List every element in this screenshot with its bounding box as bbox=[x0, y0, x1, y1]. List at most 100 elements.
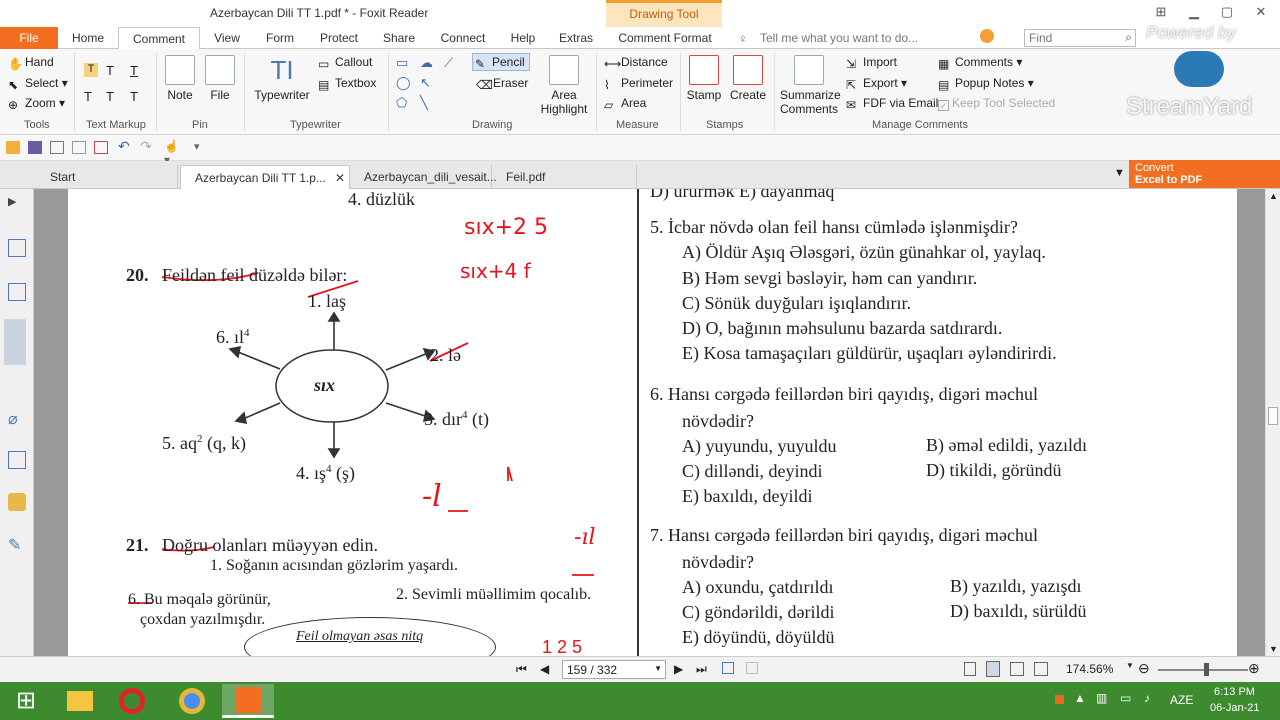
document-viewer[interactable]: 4. düzlük 20. Feildən feil düzəldə bilər… bbox=[34, 189, 1265, 656]
area-highlight-button[interactable]: Area Highlight bbox=[538, 55, 590, 116]
battery-icon[interactable]: ▭ bbox=[1120, 691, 1131, 705]
create-stamp-button[interactable]: Create bbox=[728, 55, 768, 102]
page-thumbnails-icon[interactable] bbox=[8, 239, 26, 257]
tab-list-dropdown-icon[interactable]: ▼ bbox=[1114, 167, 1125, 179]
tab-file[interactable]: File bbox=[0, 27, 58, 49]
tray-app-icon[interactable] bbox=[1055, 695, 1064, 704]
lock-icon[interactable] bbox=[8, 493, 26, 511]
save-icon[interactable] bbox=[28, 141, 42, 154]
page-dropdown-icon[interactable]: ▼ bbox=[654, 664, 662, 673]
search-icon[interactable]: ⌕ bbox=[1125, 30, 1132, 45]
stamp-button[interactable]: Stamp bbox=[686, 55, 722, 102]
zoom-slider-thumb[interactable] bbox=[1204, 663, 1209, 676]
popup-notes-menu[interactable]: ▤ Popup Notes ▾ bbox=[938, 76, 1034, 92]
ribbon-options-icon[interactable]: ⊞ bbox=[1150, 3, 1172, 21]
zoom-dropdown-icon[interactable]: ▼ bbox=[1126, 661, 1134, 670]
doc-tab-azerbaycan-dili-tt[interactable]: Azerbaycan Dili TT 1.p... ✕ bbox=[180, 165, 350, 189]
fdf-email-button[interactable]: ✉ FDF via Email bbox=[846, 96, 938, 112]
clock-date[interactable]: 06-Jan-21 bbox=[1210, 702, 1260, 714]
rectangle-icon[interactable]: ▭ bbox=[396, 55, 408, 71]
callout-tool[interactable]: ▭ Callout bbox=[318, 55, 372, 71]
chrome-icon[interactable] bbox=[166, 684, 218, 718]
scroll-down-icon[interactable]: ▼ bbox=[1269, 644, 1278, 654]
zoom-tool[interactable]: ⊕ Zoom ▾ bbox=[8, 96, 65, 112]
first-page-icon[interactable]: ⏮ bbox=[516, 662, 527, 677]
convert-excel-to-pdf-ad[interactable]: Convert Excel to PDF bbox=[1129, 160, 1280, 188]
vertical-scrollbar[interactable]: ▲ ▼ bbox=[1265, 189, 1280, 656]
bookmarks-icon[interactable] bbox=[4, 319, 26, 365]
typewriter-button[interactable]: TI Typewriter bbox=[252, 55, 312, 102]
continuous-page-icon[interactable] bbox=[986, 661, 1000, 677]
expand-panel-icon[interactable]: ▶ bbox=[8, 195, 26, 213]
close-tab-icon[interactable]: ✕ bbox=[335, 166, 345, 190]
hand-tool[interactable]: ✋ Hand bbox=[8, 55, 54, 71]
doc-tab-feil[interactable]: Feil.pdf bbox=[492, 165, 637, 189]
minimize-button[interactable]: ▁ bbox=[1183, 3, 1205, 21]
insert-text-icon[interactable]: T bbox=[130, 89, 138, 104]
import-button[interactable]: ⇲ Import bbox=[846, 55, 897, 71]
tools-icon[interactable]: ✎ bbox=[8, 535, 26, 554]
oval-icon[interactable]: ◯ bbox=[396, 75, 411, 91]
replace-text-icon[interactable]: T bbox=[106, 89, 114, 104]
text-markup-buttons[interactable]: T T T T T T bbox=[84, 63, 146, 109]
tab-comment[interactable]: Comment bbox=[118, 27, 200, 50]
scroll-up-icon[interactable]: ▲ bbox=[1269, 191, 1278, 201]
zoom-level[interactable]: 174.56% bbox=[1066, 662, 1113, 676]
redo-icon[interactable]: ↷ bbox=[140, 138, 154, 154]
area-tool[interactable]: ▱ Area bbox=[604, 96, 646, 112]
zoom-out-icon[interactable]: ⊖ bbox=[1138, 660, 1150, 677]
tab-help[interactable]: Help bbox=[504, 27, 542, 49]
clock-time[interactable]: 6:13 PM bbox=[1214, 686, 1255, 698]
highlight-icon[interactable]: T bbox=[84, 63, 98, 77]
tab-extras[interactable]: Extras bbox=[552, 27, 600, 49]
shape-tools[interactable]: ▭ ☁ ⟋ ◯ ↖ ⬠ ╲ bbox=[396, 55, 462, 111]
tab-view[interactable]: View bbox=[208, 27, 246, 49]
page-number-field[interactable]: 159 / 332 ▼ bbox=[562, 660, 666, 679]
note-button[interactable]: Note bbox=[164, 55, 196, 102]
previous-page-icon[interactable]: ◀ bbox=[540, 662, 549, 676]
email-doc-icon[interactable] bbox=[72, 141, 86, 154]
tab-home[interactable]: Home bbox=[66, 27, 110, 49]
tab-connect[interactable]: Connect bbox=[434, 27, 492, 49]
pencil-tool[interactable]: ✎ Pencil bbox=[472, 53, 530, 71]
hand-quick-icon[interactable]: ☝▾ bbox=[164, 139, 179, 167]
file-attach-button[interactable]: File bbox=[204, 55, 236, 102]
polygon-icon[interactable]: ⬠ bbox=[396, 95, 407, 111]
strikeout-icon[interactable]: T bbox=[106, 63, 114, 78]
volume-icon[interactable]: ♪ bbox=[1144, 691, 1150, 705]
distance-tool[interactable]: ⟷Distance bbox=[604, 55, 668, 71]
tell-me-box[interactable]: Tell me what you want to do... bbox=[760, 31, 918, 45]
single-page-icon[interactable] bbox=[964, 662, 976, 676]
customize-qa-icon[interactable]: ▾ bbox=[194, 140, 208, 153]
snapshot-icon[interactable] bbox=[94, 141, 108, 154]
foxit-taskbar-icon[interactable] bbox=[222, 684, 274, 718]
file-explorer-icon[interactable] bbox=[54, 684, 106, 718]
doc-tab-start[interactable]: Start bbox=[36, 165, 178, 189]
summarize-comments-button[interactable]: Summarize Comments bbox=[780, 55, 841, 116]
signature-icon[interactable] bbox=[8, 451, 26, 469]
network-icon[interactable]: ▥ bbox=[1096, 691, 1107, 705]
undo-icon[interactable]: ↶ bbox=[118, 138, 132, 154]
export-button[interactable]: ⇱ Export ▾ bbox=[846, 76, 907, 92]
underline-icon[interactable]: T bbox=[130, 63, 138, 78]
zoom-in-icon[interactable]: ⊕ bbox=[1248, 660, 1260, 677]
go-back-view-icon[interactable] bbox=[722, 662, 734, 674]
go-forward-view-icon[interactable] bbox=[746, 662, 758, 674]
facing-page-icon[interactable] bbox=[1010, 662, 1024, 676]
open-icon[interactable] bbox=[6, 141, 20, 154]
tab-share[interactable]: Share bbox=[376, 27, 422, 49]
squiggly-icon[interactable]: T bbox=[84, 89, 92, 104]
attachment-icon[interactable]: ⌀ bbox=[8, 409, 26, 428]
comments-menu[interactable]: ▦ Comments ▾ bbox=[938, 55, 1022, 71]
line-icon[interactable]: ╲ bbox=[420, 95, 428, 111]
print-icon[interactable] bbox=[50, 141, 64, 154]
opera-icon[interactable] bbox=[106, 684, 158, 718]
tab-protect[interactable]: Protect bbox=[312, 27, 366, 49]
keep-tool-selected[interactable]: ✓ Keep Tool Selected bbox=[938, 96, 1055, 111]
perimeter-tool[interactable]: ⌇ Perimeter bbox=[604, 76, 673, 92]
windows-start-icon[interactable]: ⊞ bbox=[0, 684, 52, 718]
arrow-icon[interactable]: ↖ bbox=[420, 75, 431, 91]
zoom-slider[interactable] bbox=[1158, 669, 1248, 671]
tray-expand-icon[interactable]: ▲ bbox=[1074, 691, 1086, 705]
close-button[interactable]: ✕ bbox=[1250, 3, 1272, 21]
